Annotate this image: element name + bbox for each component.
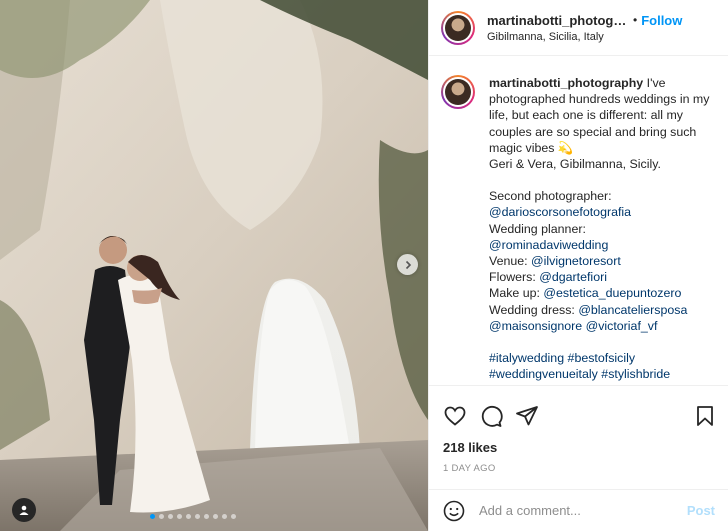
header-username[interactable]: martinabotti_photography — [487, 13, 629, 28]
likes-count[interactable]: 218 likes — [429, 432, 728, 455]
comment-input[interactable]: Add a comment... — [479, 503, 687, 518]
comment-icon — [481, 406, 503, 427]
credit-mention[interactable]: @rominadaviwedding — [489, 238, 608, 252]
credit-label: Wedding planner: — [489, 221, 586, 236]
save-button[interactable] — [693, 404, 717, 428]
carousel-dot — [231, 514, 236, 519]
credit-label: Wedding dress: — [489, 302, 575, 317]
credit-mention[interactable]: @blancateliersposa — [578, 303, 687, 317]
emoji-icon — [443, 500, 465, 521]
credit-mention[interactable]: @victoriaf_vf — [586, 319, 658, 333]
post-date[interactable]: 1 DAY AGO — [429, 455, 728, 474]
credit-mention[interactable]: @darioscorsonefotografia — [489, 205, 631, 219]
share-button[interactable] — [515, 404, 539, 428]
post-header: martinabotti_photography • Follow Gibilm… — [429, 0, 728, 56]
credit-label: Second photographer: — [489, 189, 612, 204]
profile-picture — [445, 79, 471, 105]
post-photo[interactable] — [0, 0, 428, 531]
credit-mention[interactable]: @maisonsignore — [489, 319, 582, 333]
next-slide-button[interactable] — [397, 254, 418, 275]
caption-area: martinabotti_photography I've photograph… — [429, 57, 728, 385]
avatar[interactable] — [441, 10, 475, 45]
carousel-dot — [204, 514, 209, 519]
carousel-indicator — [150, 514, 236, 519]
hashtag[interactable]: #stylishbride — [601, 367, 670, 381]
carousel-dot — [222, 514, 227, 519]
credit-mention[interactable]: @estetica_duepuntozero — [543, 286, 681, 300]
caption-avatar[interactable] — [441, 75, 475, 109]
tagged-users-button[interactable] — [12, 498, 36, 522]
heart-icon — [444, 406, 466, 426]
credit-label: Flowers: — [489, 270, 536, 285]
wedding-photo-image — [0, 0, 428, 531]
carousel-dot — [177, 514, 182, 519]
instagram-post: martinabotti_photography • Follow Gibilm… — [0, 0, 728, 531]
post-side-panel: martinabotti_photography • Follow Gibilm… — [428, 0, 728, 531]
chevron-right-icon — [405, 260, 411, 269]
separator-dot: • — [633, 13, 638, 27]
caption-place: Geri & Vera, Gibilmanna, Sicily. — [489, 157, 661, 172]
credit-label: Venue: — [489, 254, 528, 269]
post-actions: 218 likes 1 DAY AGO — [429, 385, 728, 495]
profile-picture — [445, 14, 471, 41]
user-tag-icon — [19, 505, 29, 515]
share-icon — [516, 406, 538, 426]
carousel-dot — [213, 514, 218, 519]
credit-mention[interactable]: @dgartefiori — [539, 270, 607, 284]
hashtag[interactable]: #italywedding — [489, 351, 564, 365]
follow-button[interactable]: Follow — [641, 13, 682, 28]
carousel-dot — [150, 514, 155, 519]
bookmark-icon — [697, 406, 713, 426]
post-comment-button[interactable]: Post — [687, 503, 715, 518]
comment-button[interactable] — [479, 404, 503, 428]
credit-label: Make up: — [489, 286, 540, 301]
caption-text: martinabotti_photography I've photograph… — [489, 75, 717, 385]
hashtag[interactable]: #weddingvenueitaly — [489, 367, 598, 381]
carousel-dot — [168, 514, 173, 519]
carousel-dot — [186, 514, 191, 519]
location-link[interactable]: Gibilmanna, Sicilia, Italy — [487, 31, 718, 43]
carousel-dot — [159, 514, 164, 519]
credit-mention[interactable]: @ilvignetoresort — [531, 254, 621, 268]
hashtag[interactable]: #bestofsicily — [568, 351, 636, 365]
caption-username[interactable]: martinabotti_photography — [489, 76, 643, 90]
carousel-dot — [195, 514, 200, 519]
like-button[interactable] — [443, 404, 467, 428]
emoji-button[interactable] — [443, 500, 465, 522]
comment-bar: Add a comment... Post — [429, 489, 728, 531]
